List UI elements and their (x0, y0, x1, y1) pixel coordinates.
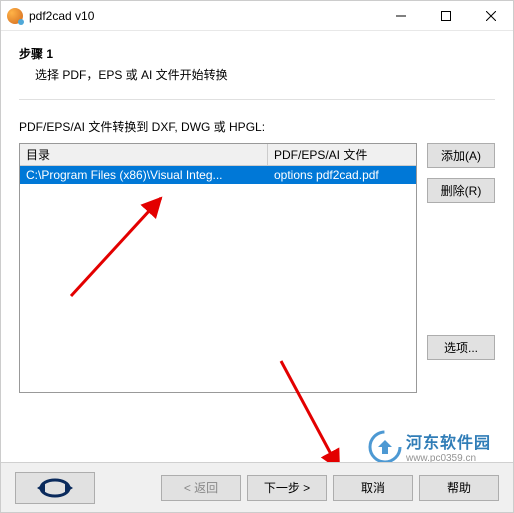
cancel-button[interactable]: 取消 (333, 475, 413, 501)
cell-file: options pdf2cad.pdf (268, 166, 416, 184)
add-button[interactable]: 添加(A) (427, 143, 495, 168)
window-controls (378, 1, 513, 30)
table-row[interactable]: C:\Program Files (x86)\Visual Integ... o… (20, 166, 416, 184)
close-button[interactable] (468, 1, 513, 30)
titlebar: pdf2cad v10 (1, 1, 513, 31)
content-area: 步骤 1 选择 PDF，EPS 或 AI 文件开始转换 PDF/EPS/AI 文… (1, 31, 513, 462)
cell-directory: C:\Program Files (x86)\Visual Integ... (20, 166, 268, 184)
divider (19, 99, 495, 100)
col-directory[interactable]: 目录 (20, 144, 268, 165)
table-body: C:\Program Files (x86)\Visual Integ... o… (20, 166, 416, 184)
logo-button[interactable] (15, 472, 95, 504)
options-button[interactable]: 选项... (427, 335, 495, 360)
table-header: 目录 PDF/EPS/AI 文件 (20, 144, 416, 166)
remove-button[interactable]: 删除(R) (427, 178, 495, 203)
footer: < 返回 下一步 > 取消 帮助 (1, 462, 513, 512)
next-button[interactable]: 下一步 > (247, 475, 327, 501)
back-button[interactable]: < 返回 (161, 475, 241, 501)
maximize-button[interactable] (423, 1, 468, 30)
col-file[interactable]: PDF/EPS/AI 文件 (268, 144, 416, 165)
side-buttons: 添加(A) 删除(R) 选项... (427, 143, 495, 393)
file-table[interactable]: 目录 PDF/EPS/AI 文件 C:\Program Files (x86)\… (19, 143, 417, 393)
window-title: pdf2cad v10 (29, 9, 378, 23)
format-label: PDF/EPS/AI 文件转换到 DXF, DWG 或 HPGL: (19, 118, 495, 135)
help-button[interactable]: 帮助 (419, 475, 499, 501)
minimize-button[interactable] (378, 1, 423, 30)
refresh-icon (33, 477, 77, 499)
app-icon (7, 8, 23, 24)
main-row: 目录 PDF/EPS/AI 文件 C:\Program Files (x86)\… (19, 143, 495, 393)
step-title: 步骤 1 (19, 45, 495, 62)
step-description: 选择 PDF，EPS 或 AI 文件开始转换 (35, 66, 495, 83)
